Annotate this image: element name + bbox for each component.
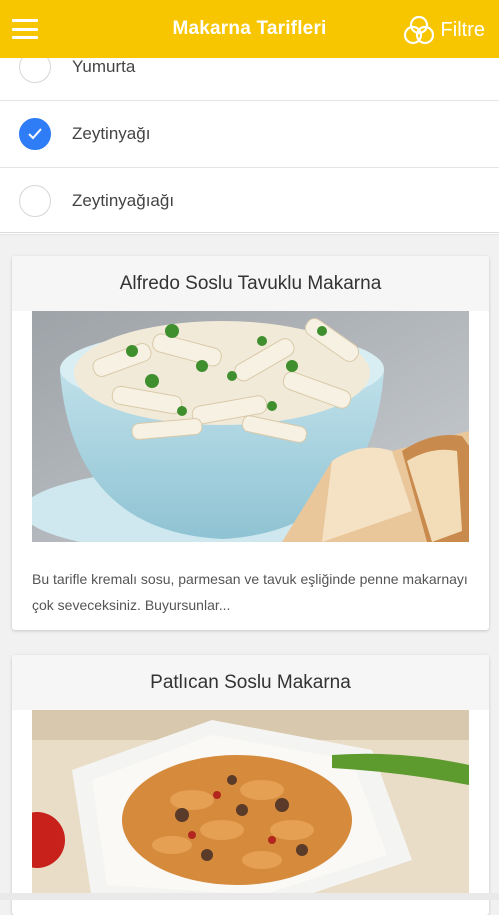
- radio-checked[interactable]: [19, 118, 51, 150]
- filter-label: Filtre: [440, 18, 485, 41]
- option-row-zeytinyagiagi[interactable]: Zeytinyağıağı: [0, 168, 499, 235]
- card-header: Patlıcan Soslu Makarna: [12, 655, 489, 710]
- divider: [0, 232, 499, 233]
- recipe-title: Alfredo Soslu Tavuklu Makarna: [119, 272, 382, 294]
- option-row-zeytinyagi[interactable]: Zeytinyağı: [0, 101, 499, 168]
- ingredient-filter-list: Yumurta Zeytinyağı Zeytinyağıağı: [0, 34, 499, 235]
- hamburger-menu-icon[interactable]: [12, 19, 38, 39]
- recipe-image-alfredo[interactable]: [32, 311, 469, 542]
- option-label: Zeytinyağıağı: [72, 191, 175, 210]
- card-header: Alfredo Soslu Tavuklu Makarna: [12, 256, 489, 311]
- radio-unchecked[interactable]: [19, 185, 51, 217]
- checkmark-icon: [28, 128, 42, 140]
- recipe-title: Patlıcan Soslu Makarna: [150, 671, 351, 693]
- recipe-card[interactable]: Alfredo Soslu Tavuklu Makarna Bu tarifle…: [12, 256, 489, 630]
- app-bar: Makarna Tarifleri Filtre: [0, 0, 499, 58]
- recipe-image-patlican[interactable]: [32, 710, 469, 900]
- recipe-card[interactable]: Patlıcan Soslu Makarna: [12, 655, 489, 915]
- page-title: Makarna Tarifleri: [172, 18, 327, 39]
- recipe-description: Bu tarifle kremalı sosu, parmesan ve tav…: [32, 571, 468, 613]
- filter-button[interactable]: Filtre: [403, 14, 485, 46]
- option-label: Zeytinyağı: [72, 124, 151, 143]
- option-label: Yumurta: [72, 57, 136, 76]
- filter-circles-icon: [403, 15, 434, 45]
- bottom-edge: [0, 893, 499, 900]
